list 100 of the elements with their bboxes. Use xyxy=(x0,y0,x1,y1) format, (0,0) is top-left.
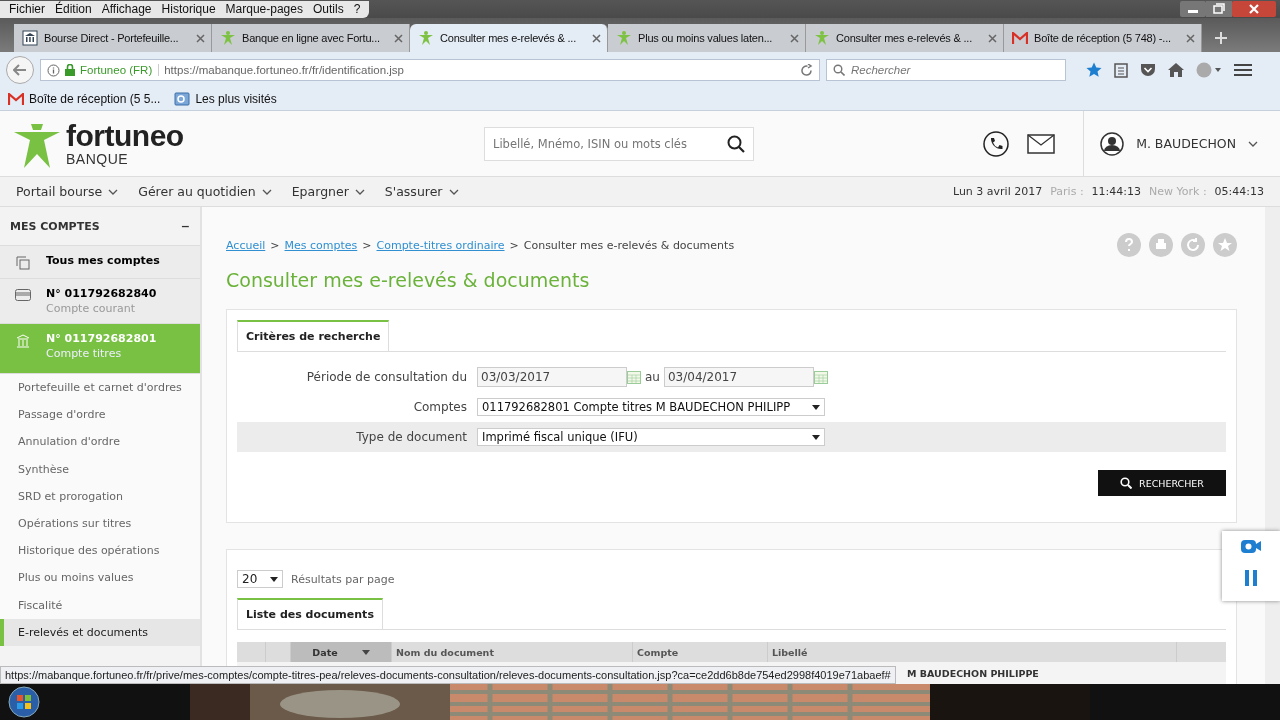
browser-tab[interactable]: Plus ou moins values laten... xyxy=(608,24,806,52)
sidebar-item[interactable]: Synthèse xyxy=(0,455,200,483)
account-select[interactable]: 011792682801 Compte titres M BAUDECHON PHILIPP xyxy=(477,398,825,416)
close-icon[interactable] xyxy=(1186,33,1195,43)
back-button[interactable] xyxy=(6,56,34,84)
page-size-label: Résultats par page xyxy=(291,572,395,586)
card-icon xyxy=(15,289,31,301)
calendar-icon[interactable] xyxy=(813,370,828,384)
close-icon[interactable] xyxy=(988,33,997,43)
pocket-icon[interactable] xyxy=(1140,63,1156,77)
menu-item[interactable]: ? xyxy=(348,2,366,16)
breadcrumb-link[interactable]: Accueil xyxy=(226,238,266,252)
sidebar-item[interactable]: SRD et prorogation xyxy=(0,482,200,510)
figure-icon xyxy=(220,30,236,46)
date-field[interactable]: 03/03/2017 xyxy=(477,367,627,387)
search-icon[interactable] xyxy=(727,134,745,153)
search-button[interactable]: RECHERCHER xyxy=(1098,470,1226,496)
panel-tab[interactable]: Liste des documents xyxy=(237,598,383,629)
figure-icon xyxy=(814,30,830,46)
start-button[interactable] xyxy=(8,686,40,718)
nav-menu[interactable]: Gérer au quotidien xyxy=(138,184,272,199)
menu-item[interactable]: Historique xyxy=(156,2,221,16)
browser-tab[interactable]: Consulter mes e-relevés & ... xyxy=(806,24,1004,52)
caret-icon xyxy=(812,434,820,440)
panel-tab[interactable]: Critères de recherche xyxy=(237,320,390,351)
breadcrumb-separator: > xyxy=(270,238,280,252)
caret-icon xyxy=(812,404,820,410)
home-icon[interactable] xyxy=(1168,63,1184,77)
sidebar-item[interactable]: Passage d'ordre xyxy=(0,401,200,429)
close-icon[interactable] xyxy=(1232,1,1276,17)
bank-icon xyxy=(16,334,30,348)
field-label: Comptes xyxy=(412,400,468,414)
user-menu[interactable]: M. BAUDECHON xyxy=(1083,111,1280,176)
menu-icon[interactable] xyxy=(1234,63,1252,77)
figure-icon xyxy=(418,30,434,46)
nav-menu[interactable]: Epargner xyxy=(291,184,365,199)
chevron-down-icon xyxy=(261,188,272,195)
close-icon[interactable] xyxy=(394,33,403,43)
breadcrumb-separator: > xyxy=(509,238,519,252)
clock-time: 11:44:13 xyxy=(1091,185,1141,198)
camera-icon[interactable] xyxy=(1240,537,1262,555)
account-item[interactable]: Tous mes comptes xyxy=(0,246,200,279)
close-icon[interactable] xyxy=(790,33,799,43)
restore-icon[interactable] xyxy=(1206,1,1232,17)
reload-icon[interactable] xyxy=(800,63,813,77)
city-label: New York : xyxy=(1149,185,1207,198)
mail-icon[interactable] xyxy=(1027,133,1056,154)
info-icon[interactable] xyxy=(47,63,60,77)
nav-menu[interactable]: S'assurer xyxy=(384,184,459,199)
browser-tab[interactable]: Bourse Direct - Portefeuille... xyxy=(14,24,212,52)
date-field[interactable]: 03/04/2017 xyxy=(663,367,814,387)
address-bar[interactable]: Fortuneo (FR) https://mabanque.fortuneo.fr/fr/identification.jsp xyxy=(40,59,820,81)
browser-tab[interactable]: Consulter mes e-relevés & ... xyxy=(410,24,608,52)
pause-icon[interactable] xyxy=(1244,569,1258,587)
menu-item[interactable]: Marque-pages xyxy=(220,2,308,16)
breadcrumb-link[interactable]: Mes comptes xyxy=(284,238,358,252)
field-label: au xyxy=(645,370,660,384)
sidebar-item[interactable]: E-relevés et documents xyxy=(0,618,200,646)
sidebar-item[interactable]: Portefeuille et carnet d'ordres xyxy=(0,374,200,402)
sidebar-item[interactable]: Annulation d'ordre xyxy=(0,428,200,456)
sort-icon xyxy=(361,649,370,655)
account-item[interactable]: N° 011792682840 Compte courant xyxy=(0,279,200,324)
figure-icon xyxy=(616,30,632,46)
adblock-icon[interactable] xyxy=(1196,62,1222,78)
sidebar-title: MES COMPTES xyxy=(10,219,100,233)
breadcrumb-link[interactable]: Compte-titres ordinaire xyxy=(376,238,505,252)
site-search-field[interactable]: Libellé, Mnémo, ISIN ou mots clés xyxy=(484,126,754,161)
menu-item[interactable]: Fichier xyxy=(4,2,50,16)
sidebar-item[interactable]: Opérations sur titres xyxy=(0,509,200,538)
logo-subtitle: BANQUE xyxy=(66,150,130,167)
calendar-icon[interactable] xyxy=(627,370,641,384)
copy-icon xyxy=(16,256,30,270)
minimize-icon[interactable] xyxy=(1180,1,1206,17)
table-cell: M BAUDECHON PHILIPPE xyxy=(907,667,1039,679)
browser-tab[interactable]: Boîte de réception (5 748) -... xyxy=(1004,24,1202,52)
sidebar-item[interactable]: Historique des opérations xyxy=(0,537,200,565)
folder-icon xyxy=(174,91,191,107)
collapse-button[interactable]: − xyxy=(180,219,190,233)
bookmark[interactable]: Les plus visités xyxy=(174,91,277,107)
menu-item[interactable]: Édition xyxy=(50,2,97,16)
page-size-select[interactable]: 20 xyxy=(237,570,283,588)
menu-item[interactable]: Affichage xyxy=(96,2,157,16)
bookmark[interactable]: Boîte de réception (5 5... xyxy=(8,92,161,106)
menu-item[interactable]: Outils xyxy=(307,2,349,16)
sidebar-item[interactable]: Plus ou moins values xyxy=(0,564,200,592)
browser-tab[interactable]: Banque en ligne avec Fortu... xyxy=(212,24,410,52)
document-type-select[interactable]: Imprimé fiscal unique (IFU) xyxy=(477,428,825,446)
close-icon[interactable] xyxy=(196,33,205,43)
column-header[interactable]: Date xyxy=(291,642,392,662)
close-icon[interactable] xyxy=(592,33,601,43)
page-title: Consulter mes e-relevés & documents xyxy=(226,269,591,291)
phone-icon[interactable] xyxy=(983,130,1010,157)
nav-menu[interactable]: Portail bourse xyxy=(16,184,119,199)
mail-icon xyxy=(1012,32,1028,44)
chevron-down-icon xyxy=(354,188,365,195)
browser-search-field[interactable]: Rechercher xyxy=(826,59,1066,81)
star-icon[interactable] xyxy=(1086,62,1102,78)
search-icon xyxy=(833,64,845,76)
clipboard-icon[interactable] xyxy=(1114,62,1128,78)
sidebar-item[interactable]: Fiscalité xyxy=(0,591,200,619)
